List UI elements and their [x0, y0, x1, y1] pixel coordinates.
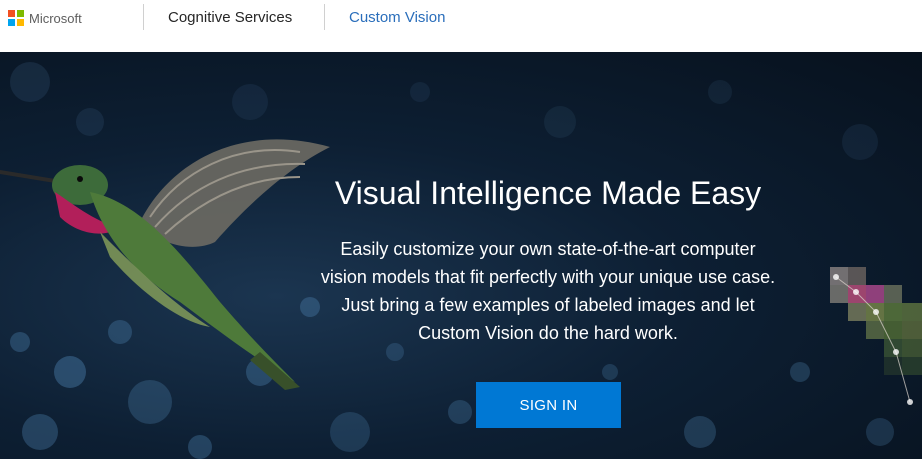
header-divider [324, 4, 325, 30]
nav-custom-vision[interactable]: Custom Vision [349, 9, 445, 26]
hummingbird-image [0, 139, 330, 390]
sign-in-button[interactable]: SIGN IN [476, 382, 621, 428]
brand-name: Microsoft [29, 10, 82, 26]
microsoft-logo[interactable]: Microsoft [8, 10, 82, 26]
microsoft-logo-icon [8, 10, 24, 26]
nav-cognitive-services[interactable]: Cognitive Services [168, 9, 292, 26]
hero-title: Visual Intelligence Made Easy [334, 175, 762, 211]
header-divider [143, 4, 144, 30]
hero-banner: Visual Intelligence Made Easy Easily cus… [0, 52, 922, 459]
top-header: Microsoft Cognitive Services Custom Visi… [0, 0, 922, 52]
hero-description: Easily customize your own state-of-the-a… [320, 239, 776, 343]
pixel-mosaic-image [830, 267, 922, 405]
